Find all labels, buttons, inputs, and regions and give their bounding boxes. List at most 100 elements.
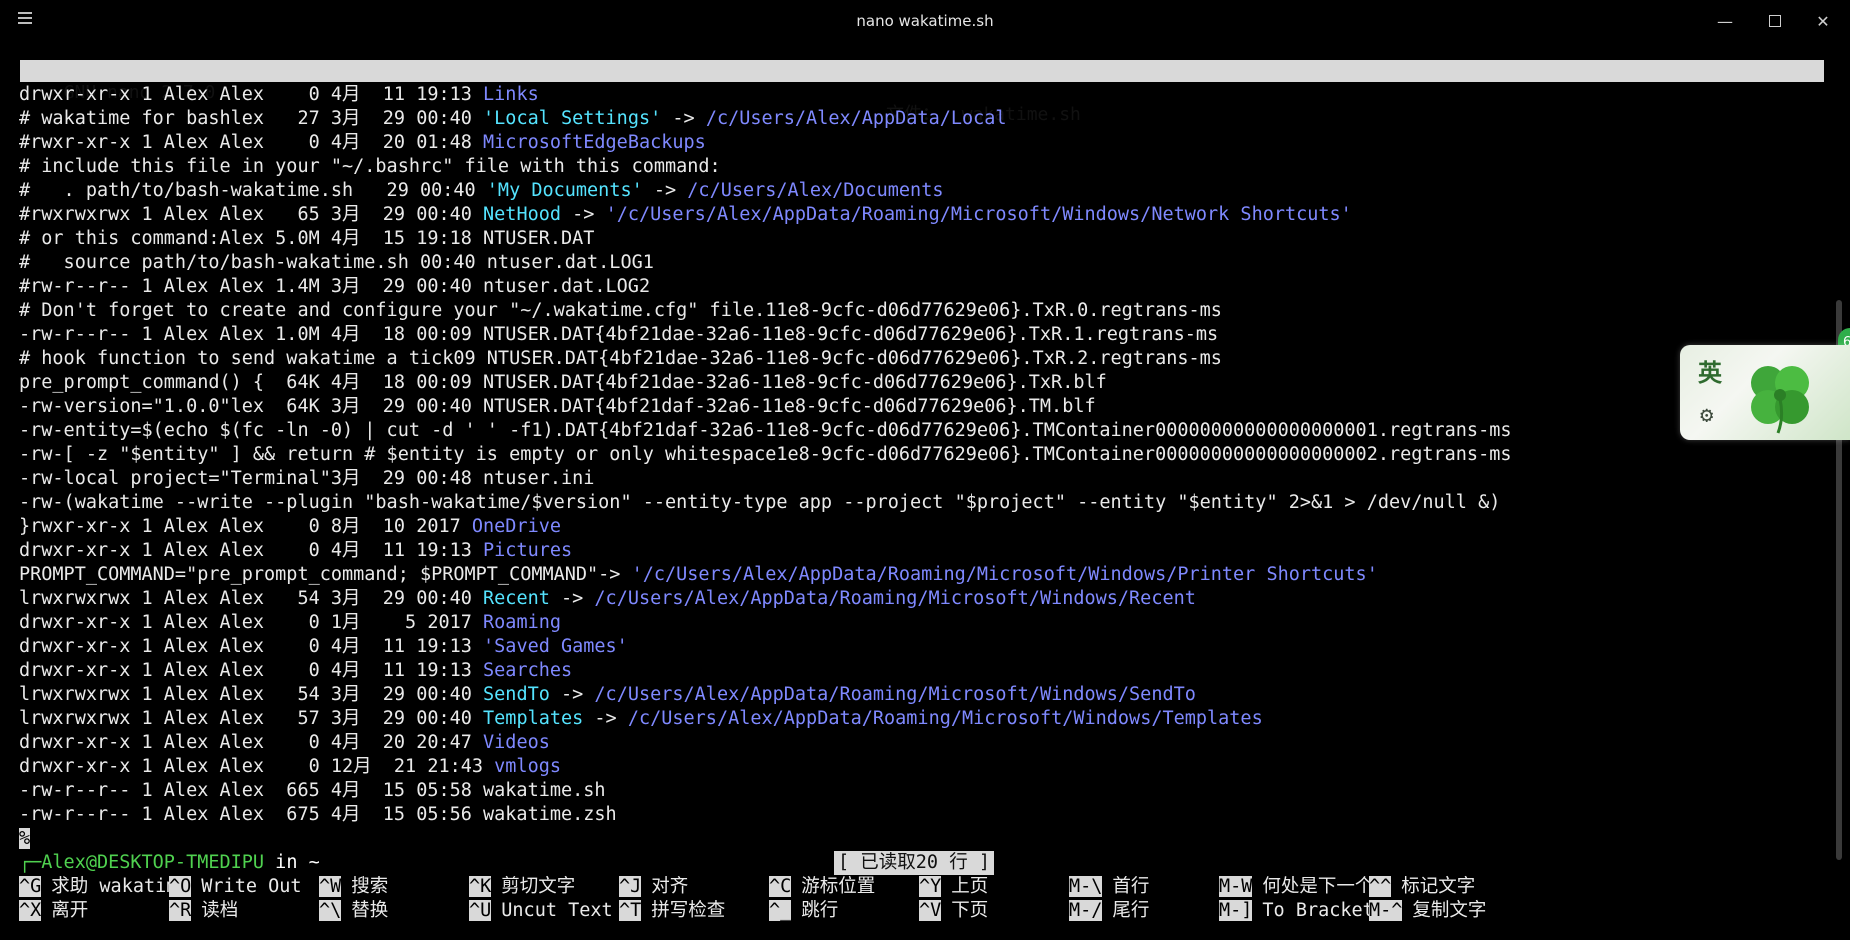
prompt-user-host: ┌─Alex@DESKTOP-TMEDIPU [19,852,265,873]
shortcut-item[interactable]: ^X 离开 [19,899,88,923]
terminal-text: drwxr-xr-x 1 Alex Alex 0 1月 5 2017 [19,612,484,633]
shortcut-item[interactable]: ^O Write Out [169,875,302,899]
terminal-text: # wakatime for bashlex 27 3月 29 00:40 [19,108,484,129]
shortcut-key: ^_ [769,900,792,921]
shortcut-item[interactable]: ^J 对齐 [619,875,688,899]
shortcut-item[interactable]: ^^ 标记文字 [1369,875,1475,899]
terminal-line: # or this command:Alex 5.0M 4月 15 19:18 … [19,227,1819,251]
terminal-text: #rw-r--r-- 1 Alex Alex 1.4M 3月 29 00:40 … [19,276,651,297]
ime-language-label[interactable]: 英 [1698,353,1722,388]
terminal-text: /c/Users/Alex/AppData/Roaming/Microsoft/… [627,708,1263,729]
shortcut-label: 尾行 [1112,900,1150,921]
shortcut-label: 求助 wakatime [51,876,189,897]
terminal-line: # Don't forget to create and configure y… [19,299,1819,323]
shortcut-key: ^O [169,876,192,897]
shortcut-item[interactable]: M-] To Bracket [1219,899,1374,923]
shortcut-key: ^G [19,876,42,897]
terminal-text: lrwxrwxrwx 1 Alex Alex 54 3月 29 00:40 [19,684,484,705]
terminal-text: #rwxrwxrwx 1 Alex Alex 65 3月 29 00:40 [19,204,484,225]
close-button[interactable]: ✕ [1808,10,1838,34]
terminal-text: -rw-[ -z "$entity" ] && return # $entity… [19,444,1512,465]
terminal-line: drwxr-xr-x 1 Alex Alex 0 4月 11 19:13 Pic… [19,539,1819,563]
terminal-text: 'My Documents' [486,180,643,201]
terminal-line: -rw-[ -z "$entity" ] && return # $entity… [19,443,1819,467]
maximize-button[interactable] [1760,10,1790,34]
shortcut-item[interactable]: ^T 拼写检查 [619,899,725,923]
shortcut-item[interactable]: ^V 下页 [919,899,988,923]
shortcut-item[interactable]: ^U Uncut Text [469,899,613,923]
terminal-text: SendTo [483,684,550,705]
shortcut-key: ^J [619,876,642,897]
terminal-text: # include this file in your "~/.bashrc" … [19,156,721,177]
terminal-text: -> [661,108,706,129]
shortcut-key: ^K [469,876,492,897]
terminal-text: /c/Users/Alex/AppData/Local [705,108,1007,129]
terminal-line: -rw-r--r-- 1 Alex Alex 665 4月 15 05:58 w… [19,779,1819,803]
terminal-text: pre_prompt_command() { 64K 4月 18 00:09 N… [19,372,1107,393]
shortcut-label: 标记文字 [1401,876,1476,897]
shortcut-item[interactable]: ^G 求助 wakatime [19,875,189,899]
terminal-line: #rwxr-xr-x 1 Alex Alex 0 4月 20 01:48 Mic… [19,131,1819,155]
prompt-in: in [264,852,309,873]
shortcut-key: M-W [1219,876,1253,897]
shortcut-key: ^W [319,876,342,897]
shortcut-item[interactable]: ^\ 替换 [319,899,388,923]
shortcut-key: ^U [469,900,492,921]
terminal-text: # Don't forget to create and configure y… [19,300,1222,321]
shortcut-label: 对齐 [651,876,689,897]
shortcut-key: M-^ [1369,900,1403,921]
terminal-text: 'Local Settings' [483,108,662,129]
terminal-line: -rw-(wakatime --write --plugin "bash-wak… [19,491,1819,515]
shortcut-item[interactable]: M-W 何处是下一个 [1219,875,1373,899]
terminal-line: PROMPT_COMMAND="pre_prompt_command; $PRO… [19,563,1819,587]
shortcut-item[interactable]: ^W 搜索 [319,875,388,899]
terminal-line: -rw-r--r-- 1 Alex Alex 1.0M 4月 18 00:09 … [19,323,1819,347]
terminal-text: Pictures [483,540,573,561]
terminal-line: drwxr-xr-x 1 Alex Alex 0 12月 21 21:43 vm… [19,755,1819,779]
shortcut-key: ^V [919,900,942,921]
shortcut-item[interactable]: ^_ 跳行 [769,899,838,923]
maximize-icon [1769,15,1781,27]
terminal-text: -rw-(wakatime --write --plugin "bash-wak… [19,492,1501,513]
shortcut-label: 剪切文字 [501,876,576,897]
shortcut-key: M-\ [1069,876,1103,897]
terminal-text: drwxr-xr-x 1 Alex Alex 0 4月 11 19:13 [19,84,484,105]
shortcut-item[interactable]: ^R 读档 [169,899,238,923]
terminal-text: -rw-local project="Terminal"3月 29 00:48 … [19,468,595,489]
terminal-text: }rwxr-xr-x 1 Alex Alex 0 8月 10 2017 [19,516,472,537]
terminal-line: -rw-local project="Terminal"3月 29 00:48 … [19,467,1819,491]
shortcut-item[interactable]: ^K 剪切文字 [469,875,575,899]
terminal-content[interactable]: drwxr-xr-x 1 Alex Alex 0 4月 11 19:13 Lin… [19,83,1819,851]
terminal-text: -> [549,684,595,705]
terminal-text: MicrosoftEdgeBackups [483,132,706,153]
gear-icon[interactable]: ⚙ [1700,403,1713,428]
terminal-text: # or this command:Alex 5.0M 4月 15 19:18 … [19,228,595,249]
shortcut-item[interactable]: ^C 游标位置 [769,875,875,899]
ime-widget[interactable]: 英 ⚙ [1680,345,1850,440]
shortcut-key: M-] [1219,900,1253,921]
terminal-text: Recent [483,588,550,609]
terminal-line: # wakatime for bashlex 27 3月 29 00:40 'L… [19,107,1819,131]
shortcut-key: ^T [619,900,642,921]
terminal-text: drwxr-xr-x 1 Alex Alex 0 4月 20 20:47 [19,732,484,753]
shortcut-item[interactable]: M-\ 首行 [1069,875,1149,899]
terminal-line: lrwxrwxrwx 1 Alex Alex 54 3月 29 00:40 Re… [19,587,1819,611]
terminal-line: pre_prompt_command() { 64K 4月 18 00:09 N… [19,371,1819,395]
minimize-button[interactable]: — [1710,10,1740,34]
terminal-text: -rw-version="1.0.0"lex 64K 3月 29 00:40 N… [19,396,1096,417]
terminal-text: '/c/Users/Alex/AppData/Roaming/Microsoft… [631,564,1378,585]
shortcut-key: ^^ [1369,876,1392,897]
terminal-text: -rw-r--r-- 1 Alex Alex 675 4月 15 05:56 w… [19,804,617,825]
shortcut-item[interactable]: M-/ 尾行 [1069,899,1149,923]
terminal-text: 'Saved Games' [483,636,628,657]
shortcut-item[interactable]: ^Y 上页 [919,875,988,899]
shortcut-item[interactable]: M-^ 复制文字 [1369,899,1486,923]
terminal-text: /c/Users/Alex/AppData/Roaming/Microsoft/… [594,684,1196,705]
title-bar[interactable]: nano wakatime.sh — ✕ [0,0,1850,44]
shortcut-label: 读档 [201,900,239,921]
terminal-text: drwxr-xr-x 1 Alex Alex 0 12月 21 21:43 [19,756,495,777]
shortcut-key: ^X [19,900,42,921]
terminal-text: -> [642,180,688,201]
shortcut-label: 离开 [51,900,89,921]
nano-status-message: [ 已读取20 行 ] [834,851,994,875]
